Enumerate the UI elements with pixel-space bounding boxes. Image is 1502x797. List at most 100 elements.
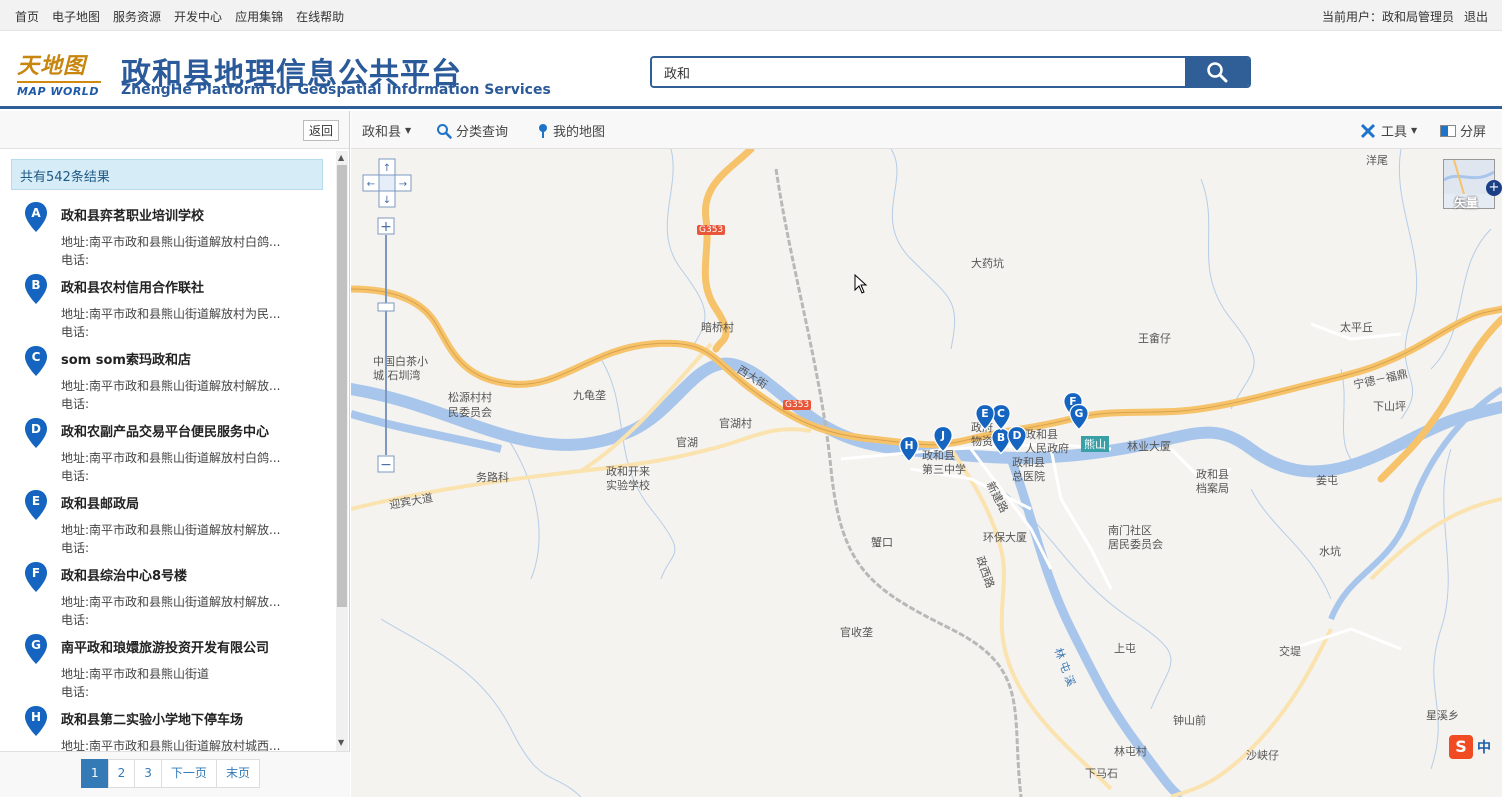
marker-pin-icon: J	[933, 425, 953, 453]
result-name[interactable]: 政和县弈茗职业培训学校	[61, 205, 204, 224]
map-label-xiongshan: 熊山	[1081, 436, 1109, 452]
caret-down-icon: ▼	[1411, 126, 1418, 135]
category-search-button[interactable]: 分类查询	[436, 121, 508, 140]
result-name[interactable]: 南平政和琅嬛旅游投资开发有限公司	[61, 637, 269, 656]
map-label-xiashanping: 下山坪	[1373, 400, 1406, 413]
svg-text:+: +	[380, 219, 392, 235]
map-label-jiaokeng: 交堤	[1279, 645, 1301, 658]
search-bar	[650, 56, 1251, 88]
map-label-yangwei: 洋尾	[1366, 154, 1388, 167]
last-page[interactable]: 末页	[215, 759, 260, 788]
result-name[interactable]: 政和农副产品交易平台便民服务中心	[61, 421, 269, 440]
nav-home[interactable]: 首页	[15, 8, 39, 25]
result-item[interactable]: E 政和县邮政局 地址:南平市政和县熊山街道解放村解放... 电话:	[0, 481, 335, 555]
tools-icon	[1360, 123, 1376, 138]
logo-text-cn: 天地图	[17, 53, 87, 79]
result-address: 地址:南平市政和县熊山街道	[61, 667, 210, 681]
result-name[interactable]: som som索玛政和店	[61, 349, 191, 368]
results-list[interactable]: A 政和县弈茗职业培训学校 地址:南平市政和县熊山街道解放村白鸽... 电话: B 政和县…	[0, 193, 335, 753]
scroll-down-icon[interactable]: ▼	[338, 738, 344, 747]
region-dropdown[interactable]: 政和县 ▼	[362, 121, 411, 140]
nav-electronic-map[interactable]: 电子地图	[52, 8, 100, 25]
map-label-linye: 林业大厦	[1127, 440, 1171, 453]
result-item[interactable]: H 政和县第二实验小学地下停车场 地址:南平市政和县熊山街道解放村城西...	[0, 697, 335, 753]
map-canvas[interactable]: 洋尾 大药坑 暗桥村 王畲仔 太平丘 中国白茶小 城 石圳湾 松源村村 民委员会…	[351, 149, 1502, 797]
svg-text:H: H	[31, 710, 41, 724]
result-item[interactable]: A 政和县弈茗职业培训学校 地址:南平市政和县熊山街道解放村白鸽... 电话:	[0, 193, 335, 267]
results-panel: 返回 共有542条结果 A 政和县弈茗职业培训学校 地址:南平市政和县熊山街道解放村…	[0, 111, 350, 797]
results-panel-header: 返回	[0, 111, 349, 149]
result-name[interactable]: 政和县第二实验小学地下停车场	[61, 709, 243, 728]
pan-control[interactable]: ↑ ← → ↓	[361, 157, 413, 209]
svg-text:D: D	[31, 422, 41, 436]
road-shield-g353-2: G353	[783, 400, 812, 410]
nav-app-gallery[interactable]: 应用集锦	[235, 8, 283, 25]
tools-dropdown[interactable]: 工具 ▼	[1359, 121, 1417, 140]
map-marker-e[interactable]: E	[975, 403, 995, 431]
map-toolbar: 政和县 ▼ 分类查询 我的地图 工具 ▼ 分屏	[351, 111, 1502, 149]
result-address: 地址:南平市政和县熊山街道解放村解放...	[61, 595, 281, 609]
next-page[interactable]: 下一页	[160, 759, 217, 788]
page-2[interactable]: 2	[107, 759, 136, 788]
marker-pin-icon: H	[25, 706, 47, 736]
map-marker-j[interactable]: J	[933, 425, 953, 453]
nav-service-resources[interactable]: 服务资源	[113, 8, 161, 25]
top-nav-bar: 首页 电子地图 服务资源 开发中心 应用集锦 在线帮助 当前用户：政和局管理员 …	[0, 0, 1502, 31]
result-name[interactable]: 政和县综治中心8号楼	[61, 565, 187, 584]
result-item[interactable]: Csom som索玛政和店 地址:南平市政和县熊山街道解放村解放... 电话:	[0, 337, 335, 411]
result-name[interactable]: 政和县邮政局	[61, 493, 139, 512]
result-address: 地址:南平市政和县熊山街道解放村解放...	[61, 379, 281, 393]
svg-text:E: E	[32, 494, 40, 508]
marker-pin-icon: C	[25, 346, 47, 376]
search-icon	[1207, 62, 1228, 83]
map-label-wangshezi: 王畲仔	[1138, 332, 1171, 345]
map-label-wuluke: 务路科	[476, 471, 509, 484]
map-label-zongyi-2: 总医院	[1012, 470, 1045, 483]
marker-pin-icon: D	[1007, 425, 1027, 453]
map-label-xingxi: 星溪乡	[1426, 709, 1459, 722]
map-label-taipingqiao: 太平丘	[1340, 321, 1373, 334]
map-marker-h[interactable]: H	[899, 435, 919, 463]
result-item[interactable]: B 政和县农村信用合作联社 地址:南平市政和县熊山街道解放村为民... 电话:	[0, 265, 335, 339]
svg-text:H: H	[904, 439, 913, 452]
svg-text:F: F	[32, 566, 40, 580]
my-map-button[interactable]: 我的地图	[537, 121, 605, 140]
map-marker-g[interactable]: G	[1069, 403, 1089, 431]
layer-switcher[interactable]: 矢量 +	[1443, 159, 1502, 210]
result-item[interactable]: F 政和县综治中心8号楼 地址:南平市政和县熊山街道解放村解放... 电话:	[0, 553, 335, 627]
map-label-disan-2: 第三中学	[922, 463, 966, 476]
svg-text:D: D	[1013, 429, 1022, 442]
search-input[interactable]	[652, 58, 1185, 86]
map-label-shangtun: 上屯	[1114, 642, 1136, 655]
expand-layers-icon[interactable]: +	[1486, 180, 1502, 196]
page-1[interactable]: 1	[81, 759, 109, 788]
map-marker-d[interactable]: D	[1007, 425, 1027, 453]
marker-pin-icon: A	[25, 202, 47, 232]
search-button[interactable]	[1185, 58, 1249, 86]
scroll-up-icon[interactable]: ▲	[338, 153, 344, 162]
logout-link[interactable]: 退出	[1464, 8, 1488, 25]
scroll-thumb[interactable]	[337, 165, 347, 607]
map-label-wuzi: 物资	[971, 435, 993, 448]
result-item[interactable]: G 南平政和琅嬛旅游投资开发有限公司 地址:南平市政和县熊山街道 电话:	[0, 625, 335, 699]
map-label-shiyan-2: 实验学校	[606, 479, 650, 492]
page-3[interactable]: 3	[134, 759, 162, 788]
nav-dev-center[interactable]: 开发中心	[174, 8, 222, 25]
svg-text:→: →	[399, 179, 407, 190]
svg-text:C: C	[997, 407, 1005, 420]
nav-online-help[interactable]: 在线帮助	[296, 8, 344, 25]
result-name[interactable]: 政和县农村信用合作联社	[61, 277, 204, 296]
map-label-guanhucun: 官湖村	[719, 417, 752, 430]
zoom-control[interactable]: + −	[377, 217, 395, 473]
back-button[interactable]: 返回	[302, 120, 339, 141]
results-scrollbar[interactable]: ▲ ▼	[336, 151, 348, 751]
header: 天地图 MAP WORLD 政和县地理信息公共平台 ZhengHe Platfo…	[0, 31, 1502, 109]
layer-name-label: 矢量	[1454, 196, 1479, 210]
current-user-name[interactable]: 政和局管理员	[1382, 10, 1454, 24]
svg-text:G: G	[1075, 407, 1084, 420]
result-item[interactable]: D 政和农副产品交易平台便民服务中心 地址:南平市政和县熊山街道解放村白鸽... 电话…	[0, 409, 335, 483]
svg-text:B: B	[997, 431, 1005, 444]
svg-text:G: G	[31, 638, 41, 652]
tianditu-logo[interactable]: 天地图 MAP WORLD	[17, 48, 103, 100]
split-screen-button[interactable]: 分屏	[1440, 121, 1486, 140]
